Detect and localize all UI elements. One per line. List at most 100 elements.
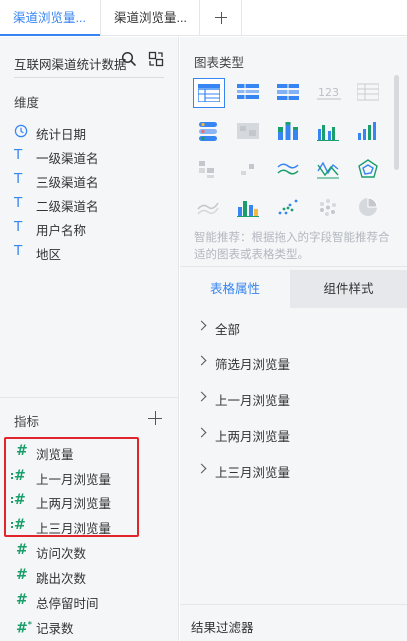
radar-line-icon — [317, 161, 339, 179]
number-type-icon: # — [16, 542, 28, 558]
section-divider — [180, 604, 407, 605]
stacked-bar-icon — [278, 122, 298, 140]
field-panel: 互联网渠道统计数据 维度 统计日期 T 一级渠道名 T 三级渠道名 T 二级渠道… — [0, 37, 179, 641]
datasource-divider — [14, 77, 164, 78]
property-label: 全部 — [215, 323, 241, 337]
field-label: 地区 — [36, 248, 62, 262]
field-label: 统计日期 — [36, 128, 87, 142]
add-tab-icon[interactable] — [200, 0, 242, 36]
chart-settings-panel: 图表类型 123 智能推荐：根据拖入的字段智能推荐合适的图表或表格类型。 表格属… — [180, 37, 407, 641]
dimensions-title: 维度 — [14, 96, 40, 110]
radar-icon — [358, 159, 378, 178]
cross-table-icon — [237, 84, 259, 99]
property-item[interactable]: 上三月浏览量 — [196, 460, 398, 480]
dimension-field-text[interactable]: T 三级渠道名 — [14, 168, 164, 190]
dimension-field-text[interactable]: T 二级渠道名 — [14, 192, 164, 214]
chart-type-area[interactable] — [193, 192, 225, 222]
kpi-icon: 123 — [317, 86, 341, 100]
field-label: 一级渠道名 — [36, 152, 99, 166]
tab-report-2[interactable]: 渠道浏览量... — [101, 0, 200, 36]
field-label: 访问次数 — [36, 547, 87, 561]
chart-type-line[interactable] — [273, 154, 305, 184]
column-icon — [317, 125, 339, 141]
text-type-icon: T — [14, 195, 23, 211]
chart-type-pie[interactable] — [353, 192, 385, 222]
datasource-name[interactable]: 互联网渠道统计数据 — [14, 54, 127, 73]
tab-bar: 渠道浏览量... 渠道浏览量... — [0, 0, 407, 36]
bubble-chart-icon — [320, 199, 336, 216]
field-label: 二级渠道名 — [36, 200, 99, 214]
chart-type-filter[interactable] — [193, 116, 225, 146]
text-table-icon — [357, 83, 379, 101]
tab-table-properties[interactable]: 表格属性 — [180, 270, 290, 308]
text-type-icon: T — [14, 243, 23, 259]
chart-type-dot[interactable] — [273, 192, 305, 222]
dimension-field-text[interactable]: T 一级渠道名 — [14, 144, 164, 166]
number-type-icon: # — [16, 592, 28, 608]
chart-type-stacked-bar[interactable] — [273, 116, 305, 146]
field-label: 跳出次数 — [36, 572, 87, 586]
metric-field[interactable]: # 总停留时间 — [14, 589, 164, 611]
scatter-small-icon — [241, 164, 254, 175]
property-item[interactable]: 筛选月浏览量 — [196, 352, 398, 372]
text-type-icon: T — [14, 171, 23, 187]
metric-field[interactable]: # 跳出次数 — [14, 564, 164, 586]
chevron-right-icon — [196, 427, 207, 438]
metrics-title: 指标 — [14, 415, 40, 429]
chart-type-treemap[interactable] — [193, 154, 225, 184]
field-label: 记录数 — [36, 622, 74, 636]
chart-type-cross-table[interactable] — [233, 78, 265, 108]
clock-icon — [14, 124, 28, 138]
dimension-field-text[interactable]: T 用户名称 — [14, 216, 164, 238]
switch-datasource-icon[interactable] — [148, 51, 164, 67]
add-metric-icon[interactable] — [148, 411, 162, 425]
chart-type-kpi[interactable]: 123 — [313, 78, 345, 108]
tab-component-style[interactable]: 组件样式 — [290, 270, 407, 308]
property-item-all[interactable]: 全部 — [196, 317, 398, 337]
chart-type-scrollbar[interactable] — [394, 75, 399, 170]
chart-type-title: 图表类型 — [194, 56, 245, 70]
chevron-right-icon — [196, 320, 207, 331]
property-item[interactable]: 上一月浏览量 — [196, 388, 398, 408]
field-label: 总停留时间 — [36, 597, 99, 611]
dimension-field-text[interactable]: T 地区 — [14, 240, 164, 262]
smart-recommend-hint: 智能推荐：根据拖入的字段智能推荐合适的图表或表格类型。 — [194, 232, 390, 261]
property-label: 筛选月浏览量 — [215, 358, 291, 372]
property-label: 上三月浏览量 — [215, 466, 291, 480]
chart-type-column-desc[interactable] — [353, 116, 385, 146]
text-type-icon: T — [14, 147, 23, 163]
dot-chart-icon — [278, 199, 298, 215]
chart-type-radar-line[interactable] — [313, 154, 345, 184]
chart-type-heat[interactable] — [233, 116, 265, 146]
chart-type-detail-table[interactable] — [273, 78, 305, 108]
property-item[interactable]: 上两月浏览量 — [196, 424, 398, 444]
heatmap-icon — [237, 123, 259, 139]
combo-chart-icon — [237, 201, 259, 217]
chart-type-bubble[interactable] — [313, 192, 345, 222]
pie-chart-icon — [359, 197, 378, 216]
chart-type-text-table[interactable] — [353, 78, 385, 108]
search-icon[interactable] — [121, 51, 137, 67]
column-desc-icon — [358, 122, 376, 140]
chevron-right-icon — [196, 391, 207, 402]
metric-field[interactable]: # 访问次数 — [14, 539, 164, 561]
record-count-icon: #* — [16, 620, 32, 637]
chart-type-scatter-small[interactable] — [233, 154, 265, 184]
property-label: 上一月浏览量 — [215, 394, 291, 408]
metric-field-count[interactable]: #* 记录数 — [14, 614, 164, 637]
property-tabs: 表格属性 组件样式 — [180, 270, 407, 308]
chart-type-column[interactable] — [313, 116, 345, 146]
tab-report-1[interactable]: 渠道浏览量... — [0, 0, 101, 36]
text-type-icon: T — [14, 219, 23, 235]
table-icon — [198, 84, 220, 102]
property-label: 上两月浏览量 — [215, 430, 291, 444]
dimension-field-date[interactable]: 统计日期 — [14, 120, 164, 142]
line-chart-icon — [277, 163, 299, 175]
chart-type-table[interactable] — [193, 78, 225, 108]
number-type-icon: # — [16, 567, 28, 583]
result-filter-title[interactable]: 结果过滤器 — [191, 617, 254, 636]
chart-type-radar[interactable] — [353, 154, 385, 184]
chart-type-combo[interactable] — [233, 192, 265, 222]
datasource-row: 互联网渠道统计数据 — [14, 51, 164, 73]
treemap-icon — [199, 161, 214, 178]
